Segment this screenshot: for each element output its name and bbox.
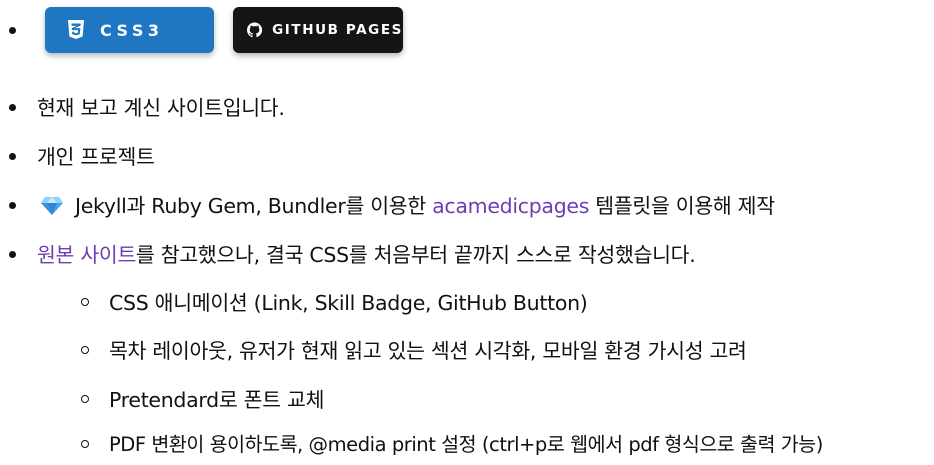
sub-list-bullet (81, 346, 89, 354)
list-bullet (9, 202, 16, 209)
list-bullet (9, 153, 16, 160)
list-bullet (9, 104, 16, 111)
list-item-text: 원본 사이트를 참고했으나, 결국 CSS를 처음부터 끝까지 스스로 작성했습… (37, 235, 696, 275)
sub-list-item-text: 목차 레이아웃, 유저가 현재 읽고 있는 섹션 시각화, 모바일 환경 가시성… (109, 339, 747, 363)
css3-badge-label: CSS3 (100, 20, 164, 40)
css3-logo-icon (68, 20, 84, 39)
github-logo-icon (247, 22, 263, 38)
list-bullet (9, 27, 16, 34)
jekyll-description-text: Jekyll과 Ruby Gem, Bundler를 이용한 (75, 194, 433, 218)
original-site-link[interactable]: 원본 사이트 (37, 243, 136, 267)
sub-list-bullet (81, 440, 89, 448)
css-authorship-text: 를 참고했으나, 결국 CSS를 처음부터 끝까지 스스로 작성했습니다. (136, 243, 696, 267)
css3-badge[interactable]: CSS3 (45, 7, 214, 53)
sub-list-bullet (81, 395, 89, 403)
list-item-text: 개인 프로젝트 (37, 145, 155, 169)
list-item-text: Jekyll과 Ruby Gem, Bundler를 이용한 acamedicp… (75, 186, 775, 226)
sub-list-item-text: Pretendard로 폰트 교체 (109, 388, 325, 412)
list-bullet (9, 251, 16, 258)
sub-list-item-text: CSS 애니메이션 (Link, Skill Badge, GitHub But… (109, 291, 588, 315)
github-pages-badge[interactable]: GITHUB PAGES (233, 7, 403, 53)
sub-list-item-text: PDF 변환이 용이하도록, @media print 설정 (ctrl+p로 … (109, 433, 823, 456)
acamedicpages-link[interactable]: acamedicpages (432, 194, 589, 218)
list-item-text: 현재 보고 계신 사이트입니다. (37, 96, 285, 120)
sub-list-bullet (81, 298, 89, 306)
template-suffix-text: 템플릿을 이용해 제작 (589, 194, 775, 218)
gem-icon (41, 197, 63, 215)
github-pages-badge-label: GITHUB PAGES (272, 22, 403, 38)
